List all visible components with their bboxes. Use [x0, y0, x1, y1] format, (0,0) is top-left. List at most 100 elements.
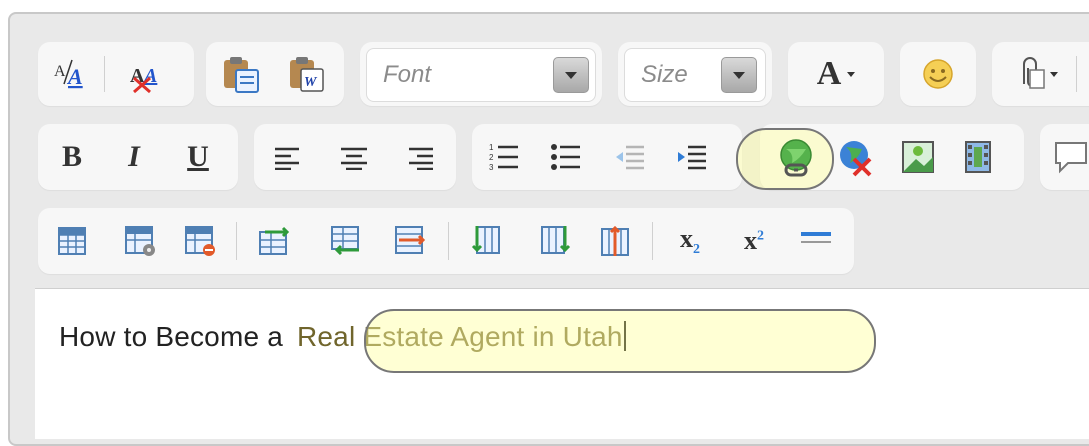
- superscript-icon: x2: [744, 226, 764, 255]
- delete-row-icon: [395, 226, 426, 254]
- paperclip-icon: [1023, 57, 1045, 89]
- horizontal-rule-icon: [801, 232, 831, 243]
- svg-text:A: A: [66, 64, 83, 89]
- separator: [448, 222, 449, 260]
- table-icon: [58, 227, 86, 255]
- link-globe-icon: [780, 139, 812, 177]
- numbered-list-icon: 123: [489, 143, 518, 172]
- font-dropdown-arrow-icon[interactable]: [553, 57, 589, 93]
- align-left-icon: [275, 147, 299, 170]
- paste-text-icon: [224, 57, 259, 93]
- special-group: [1040, 124, 1089, 190]
- table-group: x2 x2: [38, 208, 854, 274]
- horizontal-rule-button[interactable]: [794, 220, 838, 262]
- align-center-button[interactable]: [334, 138, 374, 178]
- attach-group: [992, 42, 1089, 106]
- delete-table-button[interactable]: [178, 220, 222, 262]
- svg-text:W: W: [304, 75, 318, 90]
- unlink-globe-icon: [840, 141, 872, 177]
- chevron-down-icon: [1050, 71, 1058, 77]
- italic-icon: I: [128, 140, 140, 173]
- smiley-icon: [923, 59, 953, 89]
- indent-icon: [678, 145, 706, 170]
- delete-row-button[interactable]: [388, 220, 432, 262]
- delete-col-button[interactable]: [594, 220, 638, 262]
- paste-group: W: [206, 42, 344, 106]
- image-button[interactable]: [896, 136, 940, 178]
- bold-icon: B: [61, 140, 82, 173]
- selection-highlight: [364, 309, 876, 373]
- insert-row-after-icon: [331, 226, 359, 256]
- smiley-group: [900, 42, 976, 106]
- font-style-icon: A A: [54, 59, 83, 89]
- subscript-button[interactable]: x2: [666, 220, 714, 262]
- chevron-down-icon: [847, 71, 856, 77]
- insert-col-after-button[interactable]: [534, 220, 578, 262]
- align-left-button[interactable]: [268, 138, 308, 178]
- size-combo[interactable]: Size: [624, 48, 766, 102]
- paste-text-button[interactable]: [220, 54, 264, 94]
- bold-button[interactable]: B: [52, 136, 92, 178]
- attach-button[interactable]: [1002, 54, 1066, 94]
- align-right-icon: [409, 147, 433, 170]
- link-button[interactable]: [768, 134, 824, 180]
- insert-row-after-button[interactable]: [324, 220, 368, 262]
- separator: [652, 222, 653, 260]
- editor-text-plain: How to Become a: [59, 321, 283, 352]
- text-style-button[interactable]: A A: [50, 54, 90, 94]
- format-group: A A A A: [38, 42, 194, 106]
- film-icon: [965, 141, 991, 173]
- unlink-button[interactable]: [834, 136, 878, 178]
- smiley-button[interactable]: [914, 54, 962, 94]
- remove-format-button[interactable]: A A: [124, 54, 168, 94]
- insert-col-before-icon: [471, 226, 500, 254]
- align-group: [254, 124, 456, 190]
- align-center-icon: [341, 147, 367, 170]
- bulleted-list-button[interactable]: [546, 138, 586, 178]
- paste-word-button[interactable]: W: [286, 54, 330, 94]
- size-group: Size: [618, 42, 772, 106]
- delete-table-icon: [185, 226, 215, 256]
- insert-row-before-button[interactable]: [252, 220, 296, 262]
- image-icon: [902, 141, 934, 173]
- bulleted-list-icon: [551, 144, 580, 170]
- font-combo[interactable]: Font: [366, 48, 596, 102]
- size-combo-label: Size: [641, 61, 688, 88]
- size-dropdown-arrow-icon[interactable]: [721, 57, 757, 93]
- color-group: A: [788, 42, 884, 106]
- separator: [104, 56, 105, 92]
- font-group: Font: [360, 42, 602, 106]
- indent-button[interactable]: [672, 138, 712, 178]
- superscript-button[interactable]: x2: [730, 220, 778, 262]
- svg-text:3: 3: [489, 163, 494, 172]
- basic-style-group: B I U: [38, 124, 238, 190]
- list-group: 123: [472, 124, 742, 190]
- font-combo-label: Font: [383, 61, 432, 88]
- separator: [1076, 56, 1077, 92]
- svg-text:A: A: [54, 63, 66, 80]
- insert-col-before-button[interactable]: [464, 220, 508, 262]
- insert-col-after-icon: [541, 226, 571, 254]
- insert-row-before-icon: [259, 226, 290, 255]
- paste-word-icon: W: [290, 57, 324, 92]
- svg-text:2: 2: [489, 153, 494, 162]
- speech-bubble-button[interactable]: [1050, 136, 1089, 178]
- outdent-icon: [616, 145, 644, 170]
- outdent-button[interactable]: [610, 138, 650, 178]
- speech-bubble-icon: [1055, 142, 1087, 174]
- flash-button[interactable]: [956, 136, 1000, 178]
- text-color-icon: A: [816, 55, 842, 92]
- underline-icon: U: [187, 140, 209, 173]
- subscript-icon: x2: [680, 223, 700, 258]
- align-right-button[interactable]: [400, 138, 440, 178]
- delete-col-icon: [601, 225, 629, 256]
- table-properties-icon: [125, 226, 155, 256]
- table-properties-button[interactable]: [118, 220, 162, 262]
- table-button[interactable]: [50, 220, 94, 262]
- numbered-list-button[interactable]: 123: [484, 138, 524, 178]
- svg-text:1: 1: [489, 143, 494, 152]
- italic-button[interactable]: I: [114, 136, 154, 178]
- separator: [236, 222, 237, 260]
- text-color-button[interactable]: A: [800, 54, 872, 94]
- underline-button[interactable]: U: [178, 136, 218, 178]
